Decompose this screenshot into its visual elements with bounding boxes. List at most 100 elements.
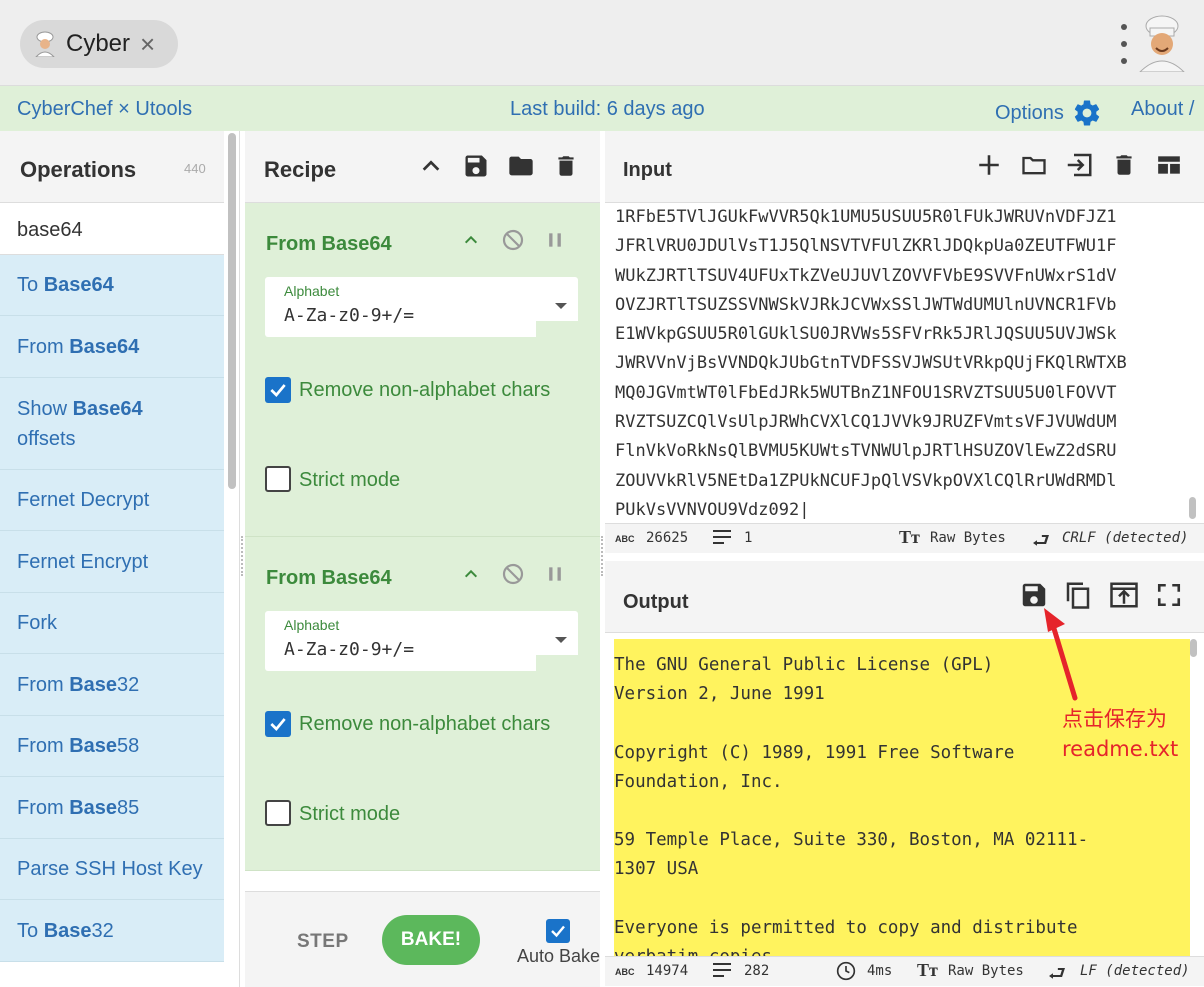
strict-mode-label[interactable]: Strict mode [299, 803, 400, 826]
maximise-output-fullscreen-icon[interactable] [1153, 579, 1185, 611]
output-title: Output [623, 591, 689, 613]
operations-search-input[interactable]: base64 [0, 203, 224, 255]
operation-item[interactable]: Fork [0, 593, 224, 654]
load-recipe-folder-icon[interactable] [506, 151, 536, 181]
auto-bake-checkbox[interactable] [546, 919, 570, 943]
operation-item-label: From Base64 [17, 335, 140, 358]
input-line: FlnVkVoRkNsQlBVMU5KUWtsTVNWUlpJRTlHSUZOV… [615, 441, 1117, 462]
remove-non-alphabet-label[interactable]: Remove non-alphabet chars [299, 379, 550, 402]
replace-input-with-output-icon[interactable] [1108, 579, 1140, 611]
input-line: PUkVsVVNVOU9Vdz092| [615, 499, 810, 520]
bake-button[interactable]: BAKE! [382, 915, 480, 965]
gear-icon [1074, 100, 1100, 126]
alphabet-value: A-Za-z0-9+/= [284, 639, 415, 660]
open-input-import-icon[interactable] [1063, 149, 1095, 181]
chevron-up-icon[interactable] [416, 151, 446, 181]
alphabet-label: Alphabet [284, 617, 340, 633]
op-name: From Base64 [266, 567, 392, 589]
output-textarea[interactable]: The GNU General Public License (GPL) Vers… [614, 639, 1190, 957]
operation-item[interactable]: From Base58 [0, 716, 224, 777]
app-brand-link[interactable]: CyberChef × Utools [17, 98, 192, 121]
input-line: JWRVVnVjBsVVNDQkJUbGtnTVDFSSVJWSUtVRkpQU… [615, 353, 1127, 374]
auto-bake-label[interactable]: Auto Bake [517, 946, 600, 967]
operation-item[interactable]: Show Base64 offsets [0, 378, 224, 470]
operation-item[interactable]: Parse SSH Host Key [0, 839, 224, 900]
dropdown-caret-icon[interactable] [555, 303, 567, 309]
disable-op-icon[interactable] [500, 227, 526, 253]
output-encoding[interactable]: Raw Bytes [948, 963, 1024, 979]
dropdown-caret-icon[interactable] [555, 637, 567, 643]
input-line: RVZTSUZCQlVsUlpJRWhCVXlCQ1JVVk9JRUZFVmts… [615, 412, 1117, 433]
output-statusbar: ABC 14974 282 4ms Tт Raw Bytes ⮐ LF (det… [605, 956, 1204, 986]
eol-arrow-icon: ⮐ [1032, 528, 1050, 552]
last-build-link[interactable]: Last build: 6 days ago [510, 98, 705, 121]
input-line-count: 1 [744, 530, 753, 546]
encoding-icon: Tт [899, 527, 920, 547]
options-label: Options [995, 101, 1064, 124]
line-count-icon [712, 528, 732, 550]
alphabet-select[interactable]: Alphabet A-Za-z0-9+/= [265, 277, 578, 337]
options-button[interactable]: Options [995, 98, 1102, 128]
recipe-controls: STEP BAKE! Auto Bake [245, 891, 600, 987]
disable-op-icon[interactable] [500, 561, 526, 587]
input-scrollbar[interactable] [1189, 497, 1196, 519]
output-header: Output [605, 561, 1204, 633]
operation-item[interactable]: From Base64 [0, 316, 224, 378]
collapse-chevron-icon[interactable] [458, 227, 484, 253]
chef-avatar-icon[interactable] [1136, 14, 1188, 72]
recipe-header: Recipe [245, 131, 600, 203]
open-file-folder-icon[interactable] [1018, 149, 1050, 181]
output-eol[interactable]: LF (detected) [1080, 963, 1190, 979]
remove-non-alphabet-checkbox[interactable] [265, 377, 291, 403]
reset-layout-icon[interactable] [1153, 149, 1185, 181]
operations-scrollbar[interactable] [228, 133, 236, 489]
more-menu-icon[interactable] [1118, 24, 1130, 64]
strict-mode-checkbox[interactable] [265, 466, 291, 492]
operation-item-match: Base [69, 735, 118, 757]
operation-item[interactable]: To Base32 [0, 900, 224, 962]
window-tab[interactable]: Cyber × [20, 20, 178, 68]
input-encoding[interactable]: Raw Bytes [930, 530, 1006, 546]
operation-item-label: To Base32 [17, 919, 114, 942]
input-textarea[interactable]: 1RFbE5TVlJGUkFwVVR5Qk1UMU5USUU5R0lFUkJWR… [605, 203, 1204, 523]
annotation-line-1: 点击保存为 [1062, 707, 1167, 731]
collapse-chevron-icon[interactable] [458, 561, 484, 587]
recipe-panel: Recipe From Base64 Alphabet A-Za-z0-9+/= [245, 131, 600, 987]
strict-mode-label[interactable]: Strict mode [299, 469, 400, 492]
output-scrollbar[interactable] [1190, 639, 1197, 657]
operation-item[interactable]: From Base85 [0, 777, 224, 839]
annotation-arrow-icon [1044, 608, 1078, 701]
operation-item-label: To Base64 [17, 274, 114, 296]
pause-op-icon[interactable] [542, 227, 568, 253]
recipe-op-from-base64-1[interactable]: From Base64 Alphabet A-Za-z0-9+/= Remove… [245, 203, 600, 537]
clear-input-trash-icon[interactable] [1108, 149, 1140, 181]
annotation-line-2: readme.txt [1062, 737, 1179, 761]
operation-item-label: Fork [17, 612, 57, 634]
operation-item[interactable]: To Base64 [0, 255, 224, 316]
save-recipe-icon[interactable] [461, 151, 491, 181]
tab-close-icon[interactable]: × [140, 31, 155, 57]
add-tab-plus-icon[interactable] [973, 149, 1005, 181]
operation-item-label: Fernet Decrypt [17, 489, 150, 511]
alphabet-label: Alphabet [284, 283, 340, 299]
operation-item-label: Show Base64 offsets [17, 397, 143, 450]
operation-item[interactable]: Fernet Encrypt [0, 531, 224, 593]
output-line: The GNU General Public License (GPL) [614, 655, 994, 675]
recipe-op-from-base64-2[interactable]: From Base64 Alphabet A-Za-z0-9+/= Remove… [245, 537, 600, 871]
output-line: 1307 USA [614, 859, 699, 880]
input-line: ZOUVVkRlV5NEtDa1ZPUkNCUFJpQlVSVkpOVXlCQl… [615, 470, 1117, 491]
operation-item[interactable]: Fernet Decrypt [0, 470, 224, 531]
op-name: From Base64 [266, 233, 392, 255]
step-button[interactable]: STEP [297, 931, 349, 953]
operation-item[interactable]: From Base32 [0, 654, 224, 716]
clear-recipe-trash-icon[interactable] [551, 151, 581, 181]
input-eol[interactable]: CRLF (detected) [1062, 530, 1188, 546]
alphabet-value: A-Za-z0-9+/= [284, 305, 415, 326]
strict-mode-checkbox[interactable] [265, 800, 291, 826]
pause-op-icon[interactable] [542, 561, 568, 587]
about-link[interactable]: About / [1131, 98, 1194, 121]
alphabet-select[interactable]: Alphabet A-Za-z0-9+/= [265, 611, 578, 671]
remove-non-alphabet-label[interactable]: Remove non-alphabet chars [299, 713, 550, 736]
remove-non-alphabet-checkbox[interactable] [265, 711, 291, 737]
output-line: 59 Temple Place, Suite 330, Boston, MA 0… [614, 830, 1089, 851]
